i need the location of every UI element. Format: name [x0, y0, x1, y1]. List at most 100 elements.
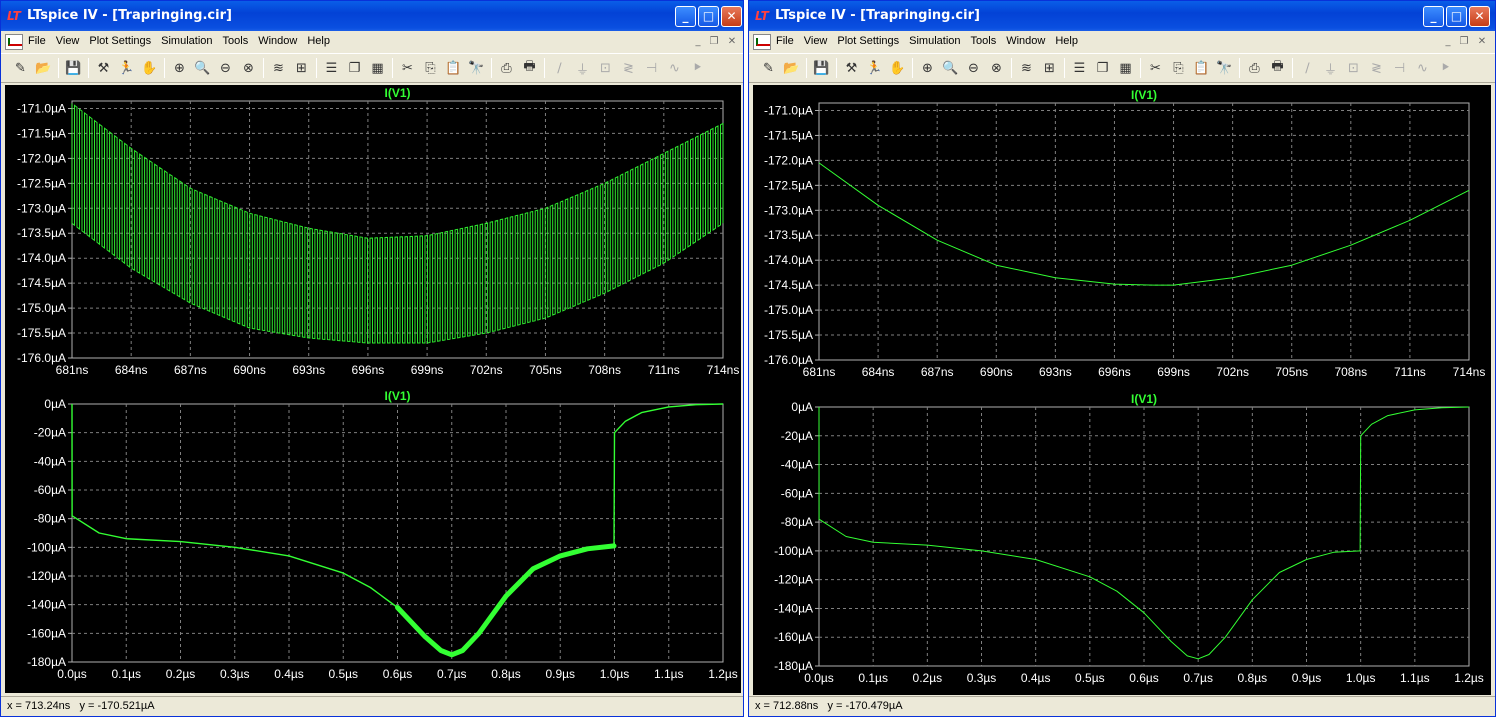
x-tick-label: 696ns: [1098, 365, 1131, 379]
diode-icon[interactable]: ⯈: [1434, 57, 1457, 79]
capacitor-icon[interactable]: ⊣: [640, 57, 663, 79]
find-icon[interactable]: 🔭: [465, 57, 488, 79]
cut-icon[interactable]: ✂: [1144, 57, 1167, 79]
menu-plot-settings[interactable]: Plot Settings: [88, 35, 152, 47]
zoom-in-icon[interactable]: ⊕: [916, 57, 939, 79]
wire-icon[interactable]: ∕: [548, 57, 571, 79]
run-icon[interactable]: 🏃: [863, 57, 886, 79]
close-button[interactable]: ✕: [1469, 6, 1490, 27]
control-panel-icon[interactable]: ⚒: [840, 57, 863, 79]
mdi-minimize-icon[interactable]: _: [1441, 35, 1455, 49]
label-icon[interactable]: ⊡: [1342, 57, 1365, 79]
mdi-close-icon[interactable]: ✕: [725, 35, 739, 49]
print-preview-icon[interactable]: ⎙: [495, 57, 518, 79]
menu-simulation[interactable]: Simulation: [908, 35, 961, 47]
maximize-button[interactable]: □: [1446, 6, 1467, 27]
menu-tools[interactable]: Tools: [222, 35, 250, 47]
menu-tools[interactable]: Tools: [970, 35, 998, 47]
find-icon[interactable]: 🔭: [1213, 57, 1236, 79]
menu-simulation[interactable]: Simulation: [160, 35, 213, 47]
resistor-icon[interactable]: ≷: [1365, 57, 1388, 79]
waveform-plot-svg[interactable]: I(V1) 681ns 684ns 687ns 690ns 693ns 696ns 699ns…: [5, 85, 741, 693]
save-icon[interactable]: 💾: [810, 57, 833, 79]
minimize-button[interactable]: _: [675, 6, 696, 27]
zoom-in-icon[interactable]: ⊕: [168, 57, 191, 79]
run-icon[interactable]: 🏃: [115, 57, 138, 79]
menu-file[interactable]: File: [27, 35, 47, 47]
menu-view[interactable]: View: [55, 35, 81, 47]
mdi-restore-icon[interactable]: ❐: [707, 35, 721, 49]
zoom-out-icon[interactable]: ⊖: [962, 57, 985, 79]
pan-icon[interactable]: 🔍: [191, 57, 214, 79]
ground-icon[interactable]: ⏚: [571, 57, 594, 79]
menu-file[interactable]: File: [775, 35, 795, 47]
paste-icon[interactable]: 📋: [442, 57, 465, 79]
menu-help[interactable]: Help: [306, 35, 331, 47]
new-schematic-icon[interactable]: ✎: [757, 57, 780, 79]
waveform-doc-icon[interactable]: [753, 34, 771, 50]
print-icon[interactable]: 🖶: [1266, 57, 1289, 79]
wire-icon[interactable]: ∕: [1296, 57, 1319, 79]
label-icon[interactable]: ⊡: [594, 57, 617, 79]
open-icon[interactable]: 📂: [780, 57, 803, 79]
autorange-icon[interactable]: ≋: [267, 57, 290, 79]
resistor-icon[interactable]: ≷: [617, 57, 640, 79]
x-tick-label: 0.7µs: [437, 667, 467, 681]
menu-help[interactable]: Help: [1054, 35, 1079, 47]
close-button[interactable]: ✕: [721, 6, 742, 27]
x-tick-label: 1.2µs: [1454, 671, 1484, 685]
x-tick-label: 714ns: [1453, 365, 1486, 379]
halt-icon[interactable]: ✋: [138, 57, 161, 79]
open-icon[interactable]: 📂: [32, 57, 55, 79]
waveform-doc-icon[interactable]: [5, 34, 23, 50]
menu-view[interactable]: View: [803, 35, 829, 47]
zoom-cancel-icon[interactable]: ⊗: [985, 57, 1008, 79]
y-tick-label: -180µA: [774, 659, 813, 673]
inductor-icon[interactable]: ∿: [1411, 57, 1434, 79]
title-bar[interactable]: LT LTspice IV - [Trapringing.cir] _ □ ✕: [1, 1, 743, 31]
x-tick-label: 0.6µs: [1129, 671, 1159, 685]
tile-horizontal-icon[interactable]: ☰: [320, 57, 343, 79]
menu-window[interactable]: Window: [257, 35, 298, 47]
cascade-icon[interactable]: ❐: [343, 57, 366, 79]
minimize-button[interactable]: _: [1423, 6, 1444, 27]
autorange-icon[interactable]: ≋: [1015, 57, 1038, 79]
title-bar[interactable]: LT LTspice IV - [Trapringing.cir] _ □ ✕: [749, 1, 1495, 31]
y-tick-label: -175.0µA: [17, 301, 66, 315]
halt-icon[interactable]: ✋: [886, 57, 909, 79]
ground-icon[interactable]: ⏚: [1319, 57, 1342, 79]
maximize-button[interactable]: □: [698, 6, 719, 27]
copy-icon[interactable]: ⎘: [419, 57, 442, 79]
fit-icon[interactable]: ⊞: [290, 57, 313, 79]
save-icon[interactable]: 💾: [62, 57, 85, 79]
tile-vertical-icon[interactable]: ▦: [366, 57, 389, 79]
waveform-plot-svg[interactable]: I(V1) 681ns 684ns 687ns 690ns 693ns 696ns 699ns…: [753, 85, 1491, 695]
x-tick-label: 684ns: [115, 363, 148, 377]
print-icon[interactable]: 🖶: [518, 57, 541, 79]
tile-vertical-icon[interactable]: ▦: [1114, 57, 1137, 79]
x-tick-label: 1.0µs: [600, 667, 630, 681]
mdi-restore-icon[interactable]: ❐: [1457, 35, 1471, 49]
print-preview-icon[interactable]: ⎙: [1243, 57, 1266, 79]
paste-icon[interactable]: 📋: [1190, 57, 1213, 79]
capacitor-icon[interactable]: ⊣: [1388, 57, 1411, 79]
zoom-out-icon[interactable]: ⊖: [214, 57, 237, 79]
inductor-icon[interactable]: ∿: [663, 57, 686, 79]
pan-icon[interactable]: 🔍: [939, 57, 962, 79]
diode-icon[interactable]: ⯈: [686, 57, 709, 79]
new-schematic-icon[interactable]: ✎: [9, 57, 32, 79]
zoom-cancel-icon[interactable]: ⊗: [237, 57, 260, 79]
mdi-minimize-icon[interactable]: _: [691, 35, 705, 49]
cascade-icon[interactable]: ❐: [1091, 57, 1114, 79]
y-tick-label: -171.5µA: [764, 128, 813, 142]
menu-window[interactable]: Window: [1005, 35, 1046, 47]
plot-pane[interactable]: I(V1) 681ns 684ns 687ns 690ns 693ns 696ns 699ns…: [753, 85, 1491, 695]
menu-plot-settings[interactable]: Plot Settings: [836, 35, 900, 47]
fit-icon[interactable]: ⊞: [1038, 57, 1061, 79]
control-panel-icon[interactable]: ⚒: [92, 57, 115, 79]
tile-horizontal-icon[interactable]: ☰: [1068, 57, 1091, 79]
mdi-close-icon[interactable]: ✕: [1475, 35, 1489, 49]
cut-icon[interactable]: ✂: [396, 57, 419, 79]
copy-icon[interactable]: ⎘: [1167, 57, 1190, 79]
plot-pane[interactable]: I(V1) 681ns 684ns 687ns 690ns 693ns 696ns 699ns…: [5, 85, 741, 693]
